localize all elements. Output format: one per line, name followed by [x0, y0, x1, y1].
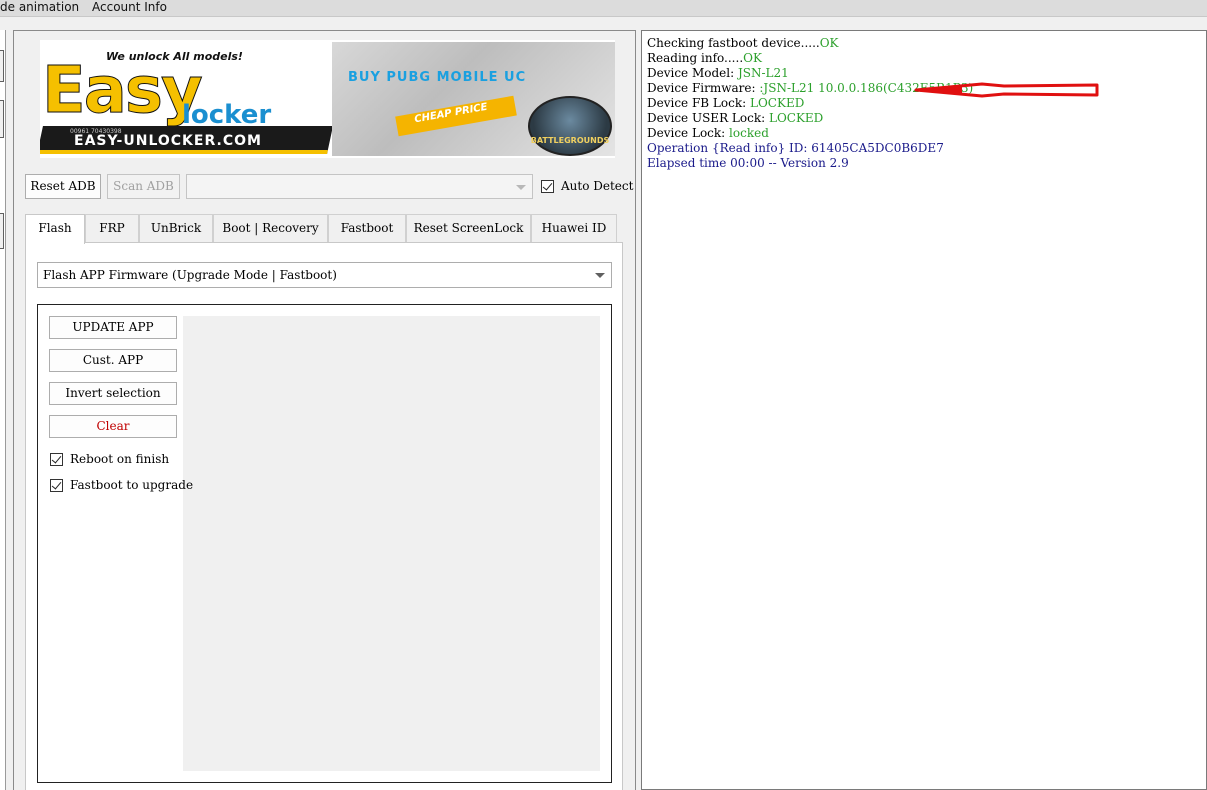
banner-promo-title: BUY PUBG MOBILE UC [348, 70, 527, 85]
banner-url: EASY-UNLOCKER.COM [74, 133, 262, 149]
invert-selection-button[interactable]: Invert selection [49, 382, 177, 405]
fastboot-to-upgrade-checkbox[interactable] [50, 479, 63, 492]
menu-item-animation[interactable]: de animation [0, 0, 79, 17]
strip-control-3[interactable] [0, 213, 4, 249]
cust-app-button[interactable]: Cust. APP [49, 349, 177, 372]
easy-unlocker-banner[interactable]: We unlock All models! Easy locker 00961 … [40, 40, 615, 158]
log-line-checking: Checking fastboot device.....OK [647, 36, 839, 50]
chevron-down-icon [595, 273, 605, 278]
reboot-on-finish-label: Reboot on finish [70, 452, 170, 466]
log-line-operation: Operation {Read info} ID: 61405CA5DC0B6D… [647, 141, 944, 155]
log-line-elapsed: Elapsed time 00:00 -- Version 2.9 [647, 156, 849, 170]
reset-adb-button[interactable]: Reset ADB [25, 174, 101, 199]
pubg-logo-icon [528, 96, 612, 156]
tab-boot-recovery[interactable]: Boot | Recovery [213, 214, 328, 242]
clear-button[interactable]: Clear [49, 415, 177, 438]
log-line-user-lock: Device USER Lock: LOCKED [647, 111, 824, 125]
banner-brand-big: Easy [42, 54, 204, 129]
auto-detect-label: Auto Detect [561, 179, 634, 193]
banner-game-text: BATTLEGROUNDS [530, 136, 610, 145]
annotation-arrow-icon [914, 82, 1099, 98]
scan-adb-button[interactable]: Scan ADB [107, 174, 180, 199]
partition-list[interactable] [183, 316, 600, 771]
tab-fastboot[interactable]: Fastboot [328, 214, 406, 242]
flash-mode-select[interactable]: Flash APP Firmware (Upgrade Mode | Fastb… [37, 262, 612, 288]
strip-control-1[interactable] [0, 50, 4, 82]
tab-reset-screenlock[interactable]: Reset ScreenLock [406, 214, 531, 242]
fastboot-to-upgrade-label: Fastboot to upgrade [70, 478, 194, 492]
tab-unbrick[interactable]: UnBrick [139, 214, 213, 242]
device-select[interactable] [186, 174, 533, 199]
chevron-down-icon [516, 184, 526, 190]
tab-huawei-id[interactable]: Huawei ID [531, 214, 617, 242]
update-app-button[interactable]: UPDATE APP [49, 316, 177, 339]
reboot-on-finish-checkbox[interactable] [50, 453, 63, 466]
auto-detect-checkbox[interactable] [541, 180, 554, 193]
left-side-strip [0, 30, 6, 790]
menu-item-account-info[interactable]: Account Info [92, 0, 167, 17]
tab-flash[interactable]: Flash [25, 214, 85, 244]
log-line-reading: Reading info.....OK [647, 51, 762, 65]
menu-bar: de animation Account Info [0, 0, 1207, 17]
flash-mode-value: Flash APP Firmware (Upgrade Mode | Fastb… [43, 268, 337, 282]
log-line-device-lock: Device Lock: locked [647, 126, 769, 140]
log-line-fb-lock: Device FB Lock: LOCKED [647, 96, 805, 110]
tab-frp[interactable]: FRP [85, 214, 139, 242]
strip-control-2[interactable] [0, 100, 4, 138]
log-line-model: Device Model: JSN-L21 [647, 66, 789, 80]
